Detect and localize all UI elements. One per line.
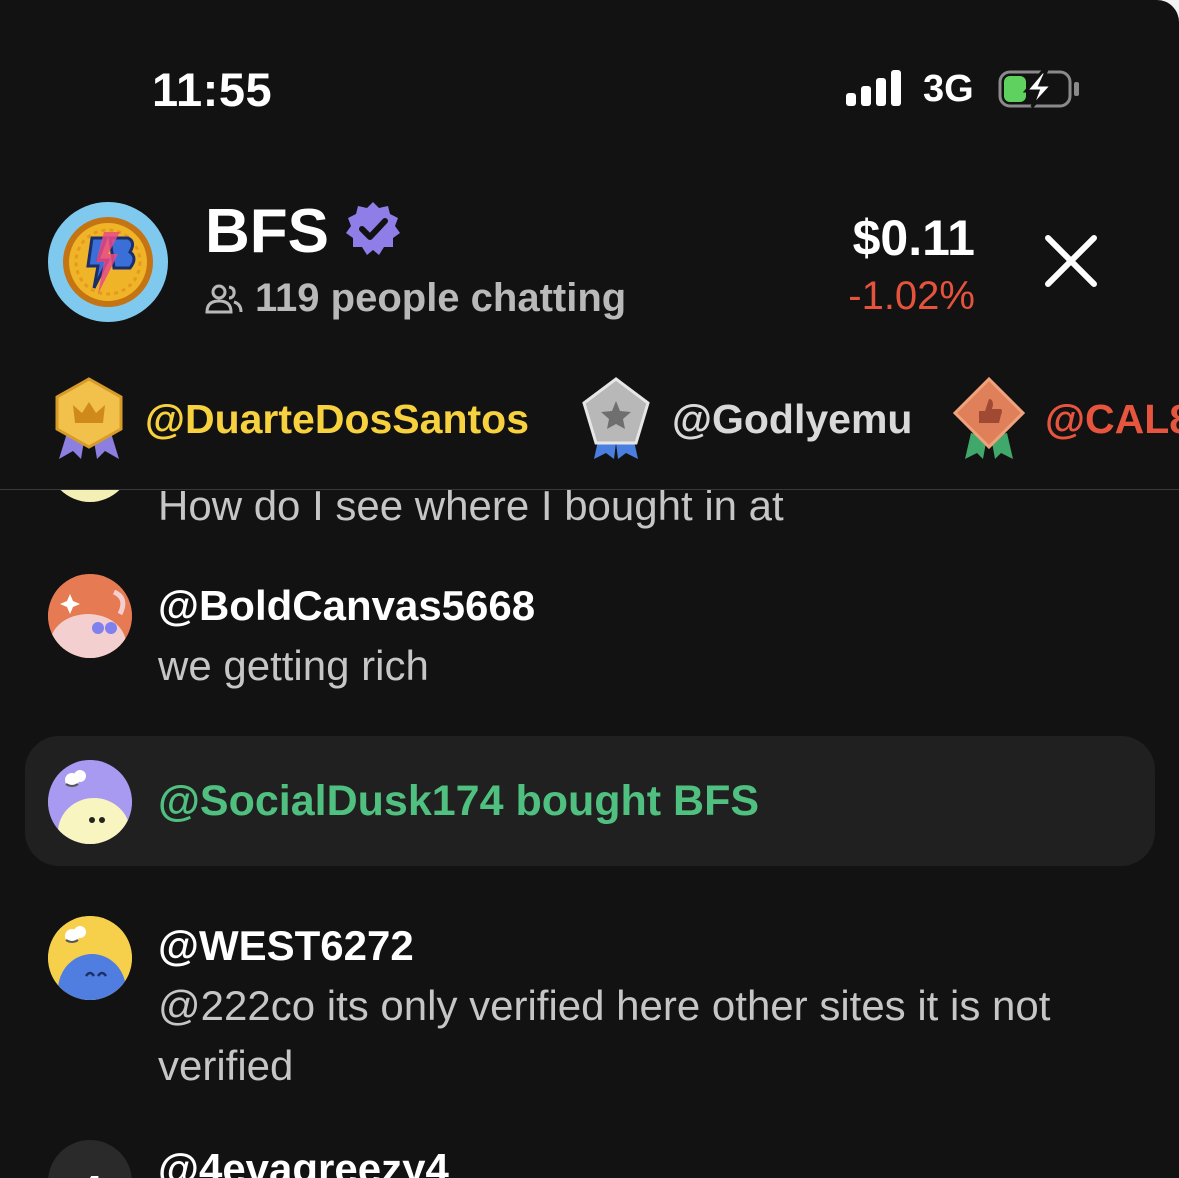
message-text: we getting rich — [158, 642, 429, 689]
leader-item-2[interactable]: @Godlyemu — [580, 374, 912, 464]
signal-icon — [846, 70, 906, 106]
avatar-creature-icon — [48, 574, 132, 658]
message-text: @222co its only verified here other site… — [158, 982, 1051, 1089]
chatters-count: 119 people chatting — [205, 276, 626, 321]
people-icon — [205, 284, 243, 313]
verified-badge-icon — [346, 202, 400, 255]
buy-event-text: @SocialDusk174 bought BFS — [158, 777, 760, 825]
leader-name: @Godlyemu — [672, 395, 913, 442]
gold-crown-badge-icon — [55, 377, 123, 459]
top-holders-bar: @DuarteDosSantos @Godlyemu @CAL8 — [48, 374, 1179, 464]
chat-screen: 11:55 3G BFS 119 people chatting $0.11 -… — [0, 0, 1179, 1178]
avatar[interactable]: 4 — [48, 1140, 132, 1178]
leader-name: @DuarteDosSantos — [145, 395, 529, 442]
chat-list[interactable]: How do I see where I bought in at @BoldC… — [0, 490, 1179, 1178]
price-change: -1.02% — [848, 274, 975, 318]
battery-charging-icon — [998, 70, 1079, 109]
message-username[interactable]: @BoldCanvas5668 — [158, 582, 535, 630]
message-username[interactable]: @WEST6272 — [158, 922, 414, 970]
leader-item-3[interactable]: @CAL8 — [953, 374, 1179, 464]
avatar[interactable] — [48, 916, 132, 1000]
avatar-creature-icon — [48, 760, 132, 844]
silver-star-badge-icon — [582, 377, 650, 459]
token-logo[interactable] — [48, 202, 168, 322]
leader-item-1[interactable]: @DuarteDosSantos — [53, 374, 529, 464]
leader-name: @CAL8 — [1045, 395, 1179, 442]
avatar-letter: 4 — [77, 1165, 103, 1178]
close-button[interactable] — [1040, 230, 1102, 292]
bronze-thumb-badge-icon — [953, 377, 1025, 459]
message-username[interactable]: @4evagreezy4 — [158, 1145, 449, 1178]
avatar-creature-icon — [48, 916, 132, 1000]
token-name: BFS — [205, 197, 329, 266]
token-logo-icon — [63, 217, 153, 307]
network-type: 3G — [923, 68, 974, 110]
message-text: How do I see where I bought in at — [158, 490, 784, 529]
token-price: $0.11 — [852, 210, 975, 266]
chatters-label: 119 people chatting — [255, 276, 627, 320]
status-time: 11:55 — [152, 63, 273, 116]
avatar[interactable] — [48, 760, 132, 844]
avatar — [48, 490, 132, 502]
avatar[interactable] — [48, 574, 132, 658]
